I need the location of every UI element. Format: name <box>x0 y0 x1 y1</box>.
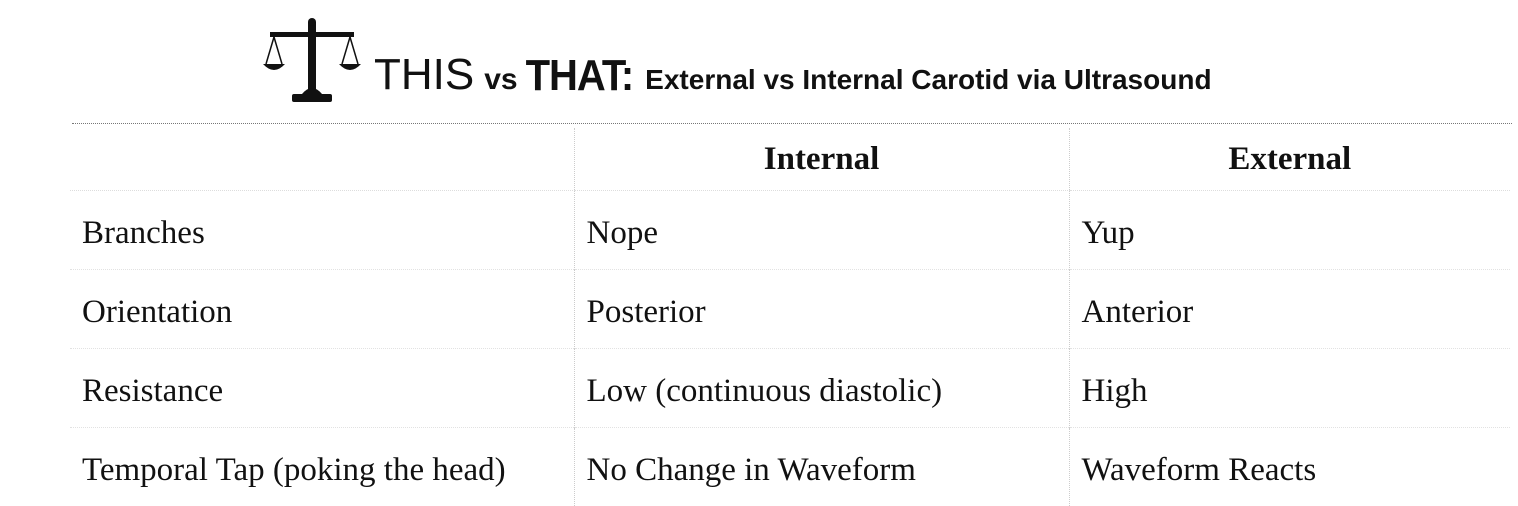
row-label: Branches <box>70 191 574 270</box>
table-row: Orientation Posterior Anterior <box>70 270 1510 349</box>
external-cell: Yup <box>1069 191 1510 270</box>
column-header-external: External <box>1069 128 1510 191</box>
row-label: Temporal Tap (poking the head) <box>70 428 574 506</box>
scale-icon <box>262 16 362 106</box>
page-header: THIS vs THAT: External vs Internal Carot… <box>262 14 1212 106</box>
table-row: Temporal Tap (poking the head) No Change… <box>70 428 1510 506</box>
page-title: THIS vs THAT: External vs Internal Carot… <box>374 50 1212 106</box>
title-vs: vs <box>484 63 517 97</box>
table-header-row: Internal External <box>70 128 1510 191</box>
title-this: THIS <box>374 50 474 100</box>
title-that: THAT: <box>526 52 634 101</box>
internal-cell: Nope <box>574 191 1069 270</box>
external-cell: High <box>1069 349 1510 428</box>
page-subtitle: External vs Internal Carotid via Ultraso… <box>645 64 1211 96</box>
internal-cell: Posterior <box>574 270 1069 349</box>
column-header-internal: Internal <box>574 128 1069 191</box>
external-cell: Anterior <box>1069 270 1510 349</box>
header-divider <box>72 123 1512 124</box>
column-header-blank <box>70 128 574 191</box>
internal-cell: Low (continuous diastolic) <box>574 349 1069 428</box>
table-row: Resistance Low (continuous diastolic) Hi… <box>70 349 1510 428</box>
table-row: Branches Nope Yup <box>70 191 1510 270</box>
comparison-table: Internal External Branches Nope Yup Orie… <box>70 128 1510 506</box>
row-label: Orientation <box>70 270 574 349</box>
internal-cell: No Change in Waveform <box>574 428 1069 506</box>
external-cell: Waveform Reacts <box>1069 428 1510 506</box>
row-label: Resistance <box>70 349 574 428</box>
